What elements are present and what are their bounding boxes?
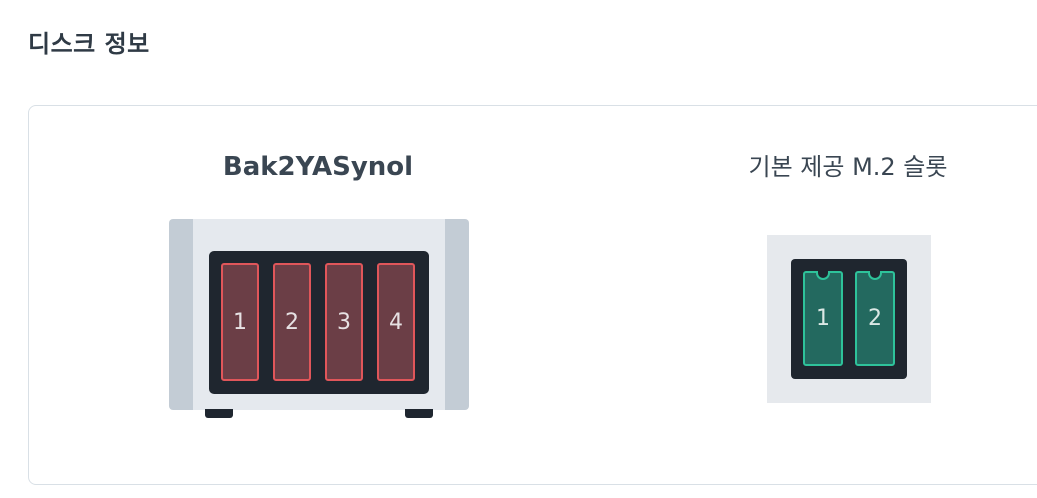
drive-slot-2[interactable]: 2 (273, 263, 311, 381)
drive-slot-3[interactable]: 3 (325, 263, 363, 381)
nas-chassis: 1 2 3 4 (169, 219, 469, 419)
m2-notch-icon (868, 271, 882, 280)
drive-slot-4[interactable]: 4 (377, 263, 415, 381)
m2-bay: 1 2 (791, 259, 907, 379)
m2-slot-1[interactable]: 1 (803, 271, 843, 366)
m2-slot-title: 기본 제공 M.2 슬롯 (748, 153, 948, 181)
m2-slot-panel: 1 2 (767, 235, 931, 403)
nas-foot-right (405, 409, 433, 418)
m2-slot-label: 2 (868, 306, 882, 331)
m2-notch-icon (816, 271, 830, 280)
nas-foot-left (205, 409, 233, 418)
device-name: Bak2YASynol (222, 152, 414, 182)
m2-slot-2[interactable]: 2 (855, 271, 895, 366)
drive-bay: 1 2 3 4 (209, 251, 429, 394)
nas-side-panel-right (445, 219, 469, 410)
drive-slot-1[interactable]: 1 (221, 263, 259, 381)
section-title: 디스크 정보 (28, 30, 150, 58)
nas-side-panel-left (169, 219, 193, 410)
m2-slot-label: 1 (816, 306, 830, 331)
